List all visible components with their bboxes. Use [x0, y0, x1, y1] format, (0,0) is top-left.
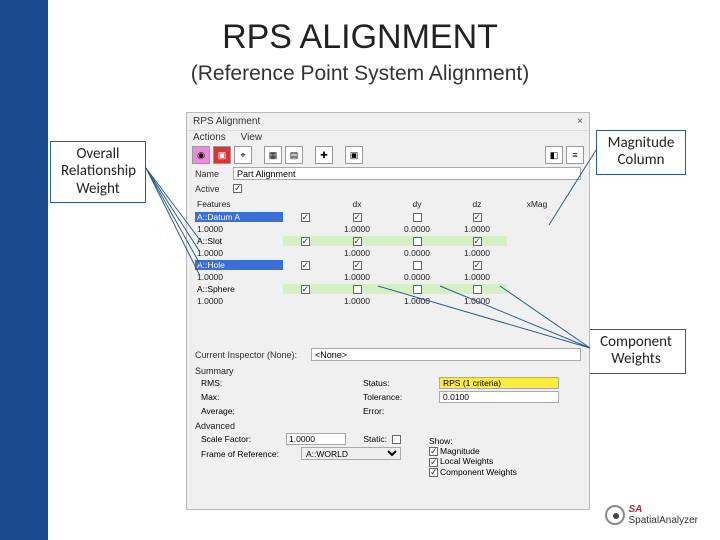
table-row[interactable]: A::Slot [187, 235, 589, 247]
advanced-heading: Advanced [187, 417, 589, 432]
callout-magnitude-column: Magnitude Column [596, 130, 686, 175]
col-features: Features [195, 199, 283, 209]
show-mag-cb[interactable] [429, 447, 438, 456]
col-xmag: xMag [507, 199, 567, 209]
static-label: Static: [351, 434, 387, 444]
logo: SASpatialAnalyzer [605, 504, 698, 526]
toolbar-btn-7[interactable]: ▣ [345, 146, 363, 164]
logo-name: SpatialAnalyzer [629, 515, 698, 526]
inspector-label: Current Inspector (None): [195, 350, 305, 360]
dialog-toolbar: ◉ ▣ ⌖ ▦ ▤ ✚ ▣ ◧ ≡ [187, 144, 589, 166]
toolbar-btn-1[interactable]: ◉ [192, 146, 210, 164]
menu-actions[interactable]: Actions [193, 132, 226, 143]
col-dx: dx [327, 199, 387, 209]
show-comp-cb[interactable] [429, 468, 438, 477]
show-label: Show: [415, 436, 589, 446]
toolbar-btn-3[interactable]: ⌖ [234, 146, 252, 164]
logo-icon [605, 505, 625, 525]
menu-view[interactable]: View [241, 132, 263, 143]
table-row: 1.00001.00000.00001.0000 [187, 247, 589, 259]
toolbar-btn-4[interactable]: ▦ [264, 146, 282, 164]
table-row: 1.00001.00001.00001.0000 [187, 295, 589, 307]
toolbar-btn-8[interactable]: ◧ [545, 146, 563, 164]
name-input[interactable] [233, 167, 581, 180]
scale-label: Scale Factor: [201, 434, 281, 444]
table-row: 1.00001.00000.00001.0000 [187, 223, 589, 235]
active-label: Active [195, 184, 227, 194]
error-label: Error: [363, 405, 433, 417]
active-checkbox[interactable] [233, 184, 242, 193]
dialog-menubar: Actions View [187, 131, 589, 144]
show-local-cb[interactable] [429, 458, 438, 467]
grid-header-row: Features dx dy dz xMag [187, 196, 589, 211]
toolbar-btn-9[interactable]: ≡ [566, 146, 584, 164]
tolerance-value: 0.0100 [439, 391, 559, 403]
table-row[interactable]: A::Hole [187, 259, 589, 271]
slide-subtitle: (Reference Point System Alignment) [0, 62, 720, 86]
avg-label: Average: [201, 405, 261, 417]
callout-overall-weight: Overall Relationship Weight [50, 141, 146, 203]
slide-title: RPS ALIGNMENT [0, 18, 720, 57]
rps-alignment-dialog: RPS Alignment × Actions View ◉ ▣ ⌖ ▦ ▤ ✚… [186, 112, 590, 510]
toolbar-btn-2[interactable]: ▣ [213, 146, 231, 164]
name-label: Name [195, 169, 227, 179]
table-row[interactable]: A::Datum A [187, 211, 589, 223]
status-label: Status: [363, 377, 433, 389]
max-label: Max: [201, 391, 261, 403]
inspector-input[interactable] [311, 348, 581, 361]
col-dy: dy [387, 199, 447, 209]
summary-grid: RMS: Status: RPS (1 criteria) Max: Toler… [187, 377, 589, 417]
col-dz: dz [447, 199, 507, 209]
frame-select[interactable]: A::WORLD [301, 447, 401, 460]
status-value: RPS (1 criteria) [439, 377, 559, 389]
callout-component-weights: Component Weights [586, 329, 686, 374]
show-mag: Magnitude [440, 446, 480, 456]
rms-label: RMS: [201, 377, 261, 389]
toolbar-btn-5[interactable]: ▤ [285, 146, 303, 164]
dialog-title: RPS Alignment [193, 116, 260, 127]
show-local: Local Weights [440, 456, 493, 466]
static-checkbox[interactable] [392, 435, 401, 444]
scale-input[interactable] [286, 433, 346, 445]
show-comp: Component Weights [440, 467, 517, 477]
frame-label: Frame of Reference: [201, 449, 296, 459]
table-row: 1.00001.00000.00001.0000 [187, 271, 589, 283]
close-icon[interactable]: × [577, 116, 583, 127]
toolbar-btn-6[interactable]: ✚ [315, 146, 333, 164]
tolerance-label: Tolerance: [363, 391, 433, 403]
table-row[interactable]: A::Sphere [187, 283, 589, 295]
summary-heading: Summary [187, 362, 589, 377]
logo-brand: SA [629, 504, 643, 515]
